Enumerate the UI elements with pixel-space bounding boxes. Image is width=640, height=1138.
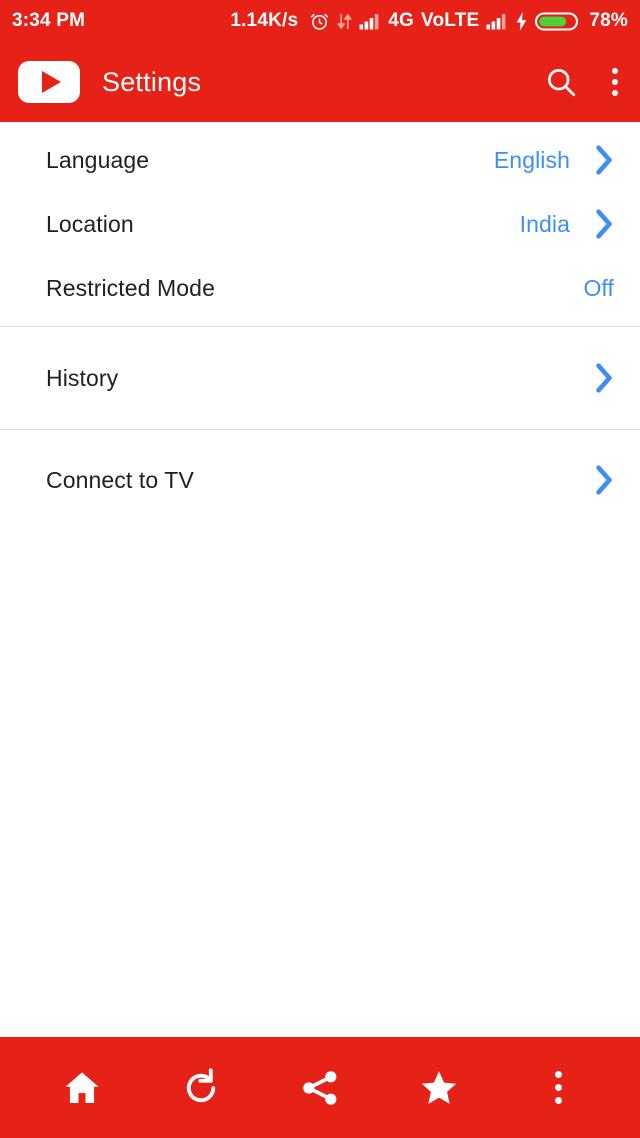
row-value: India: [519, 210, 570, 237]
row-label: History: [46, 364, 119, 391]
overflow-dots: [608, 64, 622, 100]
battery-icon: [535, 11, 579, 32]
settings-group-3: Connect to TV: [0, 430, 640, 512]
volte-label: VoLTE: [421, 10, 480, 31]
charging-bolt-icon: [515, 11, 528, 31]
signal-bars-icon: [359, 12, 381, 30]
youtube-logo-icon: [18, 61, 80, 103]
chevron-right-icon: [594, 209, 614, 239]
row-label: Restricted Mode: [46, 274, 215, 301]
page-title: Settings: [102, 66, 202, 97]
network-type-text: 4G: [388, 10, 415, 31]
row-label: Location: [46, 210, 134, 237]
row-label: Language: [46, 146, 150, 173]
star-icon[interactable]: [406, 1055, 472, 1121]
status-bar-right: 1.14K/s 4G VoLTE 78%: [230, 10, 628, 32]
status-time: 3:34 PM: [12, 10, 86, 31]
chevron-right-icon: [594, 145, 614, 175]
status-bar: 3:34 PM 1.14K/s 4G VoLTE 78%: [0, 0, 640, 42]
bottom-navigation-bar: [0, 1037, 640, 1138]
row-right: India: [520, 209, 614, 239]
home-icon[interactable]: [49, 1055, 115, 1121]
more-vertical-icon[interactable]: [525, 1055, 591, 1121]
settings-row-history[interactable]: History: [0, 346, 640, 410]
bottom-overflow-dots: [554, 1071, 562, 1104]
share-icon[interactable]: [287, 1055, 353, 1121]
battery-percent-text: 78%: [589, 10, 628, 31]
network-speed-text: 1.14K/s: [230, 10, 299, 31]
data-transfer-icon: [337, 12, 352, 31]
search-icon[interactable]: [544, 65, 578, 99]
signal-bars-icon-2: [486, 12, 508, 30]
settings-group-2: History: [0, 327, 640, 429]
settings-group-1: Language English Location India Restrict…: [0, 128, 640, 320]
alarm-clock-icon: [309, 11, 330, 32]
app-bar: Settings: [0, 42, 640, 122]
more-vertical-icon[interactable]: [608, 64, 622, 100]
row-value: Off: [583, 274, 614, 301]
settings-row-location[interactable]: Location India: [0, 192, 640, 256]
chevron-right-icon: [594, 363, 614, 393]
settings-list: Language English Location India Restrict…: [0, 122, 640, 1037]
row-right: English: [494, 145, 614, 175]
refresh-icon[interactable]: [168, 1055, 234, 1121]
row-right: [570, 363, 614, 393]
app-bar-actions: [544, 64, 622, 100]
row-label: Connect to TV: [46, 466, 194, 493]
settings-row-connect-to-tv[interactable]: Connect to TV: [0, 448, 640, 512]
app-screen: 3:34 PM 1.14K/s 4G VoLTE 78% Settings La…: [0, 0, 640, 1138]
settings-row-language[interactable]: Language English: [0, 128, 640, 192]
status-bar-left: 3:34 PM: [12, 10, 85, 32]
row-value: English: [493, 146, 570, 173]
row-right: Off: [583, 275, 614, 302]
settings-row-restricted-mode[interactable]: Restricted Mode Off: [0, 256, 640, 320]
row-right: [570, 465, 614, 495]
chevron-right-icon: [594, 465, 614, 495]
